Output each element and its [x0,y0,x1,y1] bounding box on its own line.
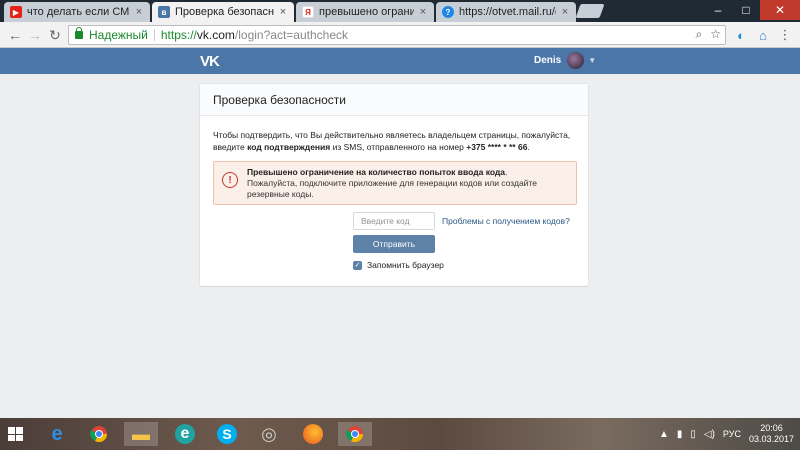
tab-youtube[interactable]: ▶ что делать если СМС ко × [4,2,150,22]
tab-yandex[interactable]: Я превышено ограничени × [296,2,434,22]
url-scheme: https:// [160,28,197,42]
error-title: Превышено ограничение на количество попы… [247,167,508,177]
chevron-down-icon: ▼ [588,56,597,65]
question-icon: ? [442,6,454,18]
windows-start-icon[interactable] [8,427,24,441]
taskbar: e ▬ e S ◎ ▲ ▮ ▯ ◁) РУС 20:06 03.03.2017 [0,418,800,450]
menu-icon[interactable]: ⋮ [776,26,794,44]
close-icon[interactable]: × [278,6,288,18]
page-title: Проверка безопасности [200,84,588,116]
error-text: Пожалуйста, подключите приложение для ге… [247,178,537,199]
clock[interactable]: 20:06 03.03.2017 [749,423,794,445]
code-input[interactable] [353,212,435,230]
tab-title: Проверка безопасност [175,6,274,18]
chrome-active-icon[interactable] [338,422,372,446]
maximize-button[interactable]: □ [732,0,760,20]
vk-logo[interactable]: VK [200,53,220,70]
media-player-icon[interactable]: ◎ [252,422,286,446]
close-icon[interactable]: × [560,6,570,18]
vk-header: VK Denis ▼ [0,48,800,74]
home-extension-icon[interactable]: ⌂ [754,26,772,44]
language-indicator[interactable]: РУС [723,429,741,439]
eset-icon[interactable]: e [168,422,202,446]
back-arrow-icon[interactable]: ← [6,26,24,44]
firefox-icon[interactable] [296,422,330,446]
chrome-icon[interactable] [82,422,116,446]
error-alert: ! Превышено ограничение на количество по… [213,161,577,205]
problems-link[interactable]: Проблемы с получением кодов? [442,216,570,226]
avatar [567,52,585,69]
zoom-icon[interactable]: ⌕ [696,27,703,42]
address-bar[interactable]: Надежный https:// vk.com /login?act=auth… [68,25,726,45]
send-button[interactable]: Отправить [353,235,435,253]
forward-arrow-icon[interactable]: → [26,26,44,44]
clock-time: 20:06 [760,423,783,433]
bookmark-star-icon[interactable]: ☆ [710,27,721,42]
url-path: /login?act=authcheck [234,28,349,42]
extension-icon[interactable]: ◐ [732,26,750,44]
user-menu[interactable]: Denis ▼ [534,52,596,69]
tab-title: превышено ограничени [319,6,414,18]
lock-icon [75,27,83,39]
divider [153,29,155,41]
youtube-icon: ▶ [10,6,22,18]
tab-vk-security[interactable]: в Проверка безопасност × [152,2,294,22]
code-label: код подтверждения [247,142,331,152]
vk-icon: в [158,6,170,18]
checkbox-checked-icon[interactable]: ✓ [353,260,362,270]
file-explorer-icon[interactable]: ▬ [124,422,158,446]
system-tray: ▲ ▮ ▯ ◁) РУС 20:06 03.03.2017 [659,418,794,450]
skype-icon[interactable]: S [210,422,244,446]
secure-label: Надежный [89,28,148,42]
user-name: Denis [534,55,562,66]
phone-number: +375 **** * ** 66 [466,142,528,152]
tab-otvet-mail[interactable]: ? https://otvet.mail.ru/que × [436,2,576,22]
show-hidden-icons-icon[interactable]: ▲ [659,429,669,440]
clock-date: 03.03.2017 [748,434,794,444]
reload-icon[interactable]: ↻ [46,26,64,44]
yandex-icon: Я [302,6,314,18]
url-host: vk.com [196,28,235,42]
close-icon[interactable]: × [418,6,428,18]
close-icon[interactable]: × [134,6,144,18]
instruction-text: Чтобы подтвердить, что Вы действительно … [213,130,571,152]
minimize-button[interactable]: – [704,0,732,20]
remember-label: Запомнить браузер [367,260,444,270]
warning-icon: ! [222,172,238,188]
browser-toolbar: ← → ↻ Надежный https:// vk.com /login?ac… [0,22,800,48]
battery-icon[interactable]: ▯ [690,429,696,440]
window-close-button[interactable]: ✕ [760,0,800,20]
volume-icon[interactable]: ◁) [704,429,715,440]
remember-browser-checkbox[interactable]: ✓ Запомнить браузер [353,260,444,270]
internet-explorer-icon[interactable]: e [40,422,74,446]
tab-title: что делать если СМС ко [27,6,130,18]
browser-tab-strip: ▶ что делать если СМС ко × в Проверка бе… [0,0,800,22]
security-check-card: Проверка безопасности Чтобы подтвердить,… [200,84,588,286]
new-tab-button[interactable] [575,4,605,18]
tab-title: https://otvet.mail.ru/que [459,6,556,18]
network-signal-icon[interactable]: ▮ [677,429,683,440]
